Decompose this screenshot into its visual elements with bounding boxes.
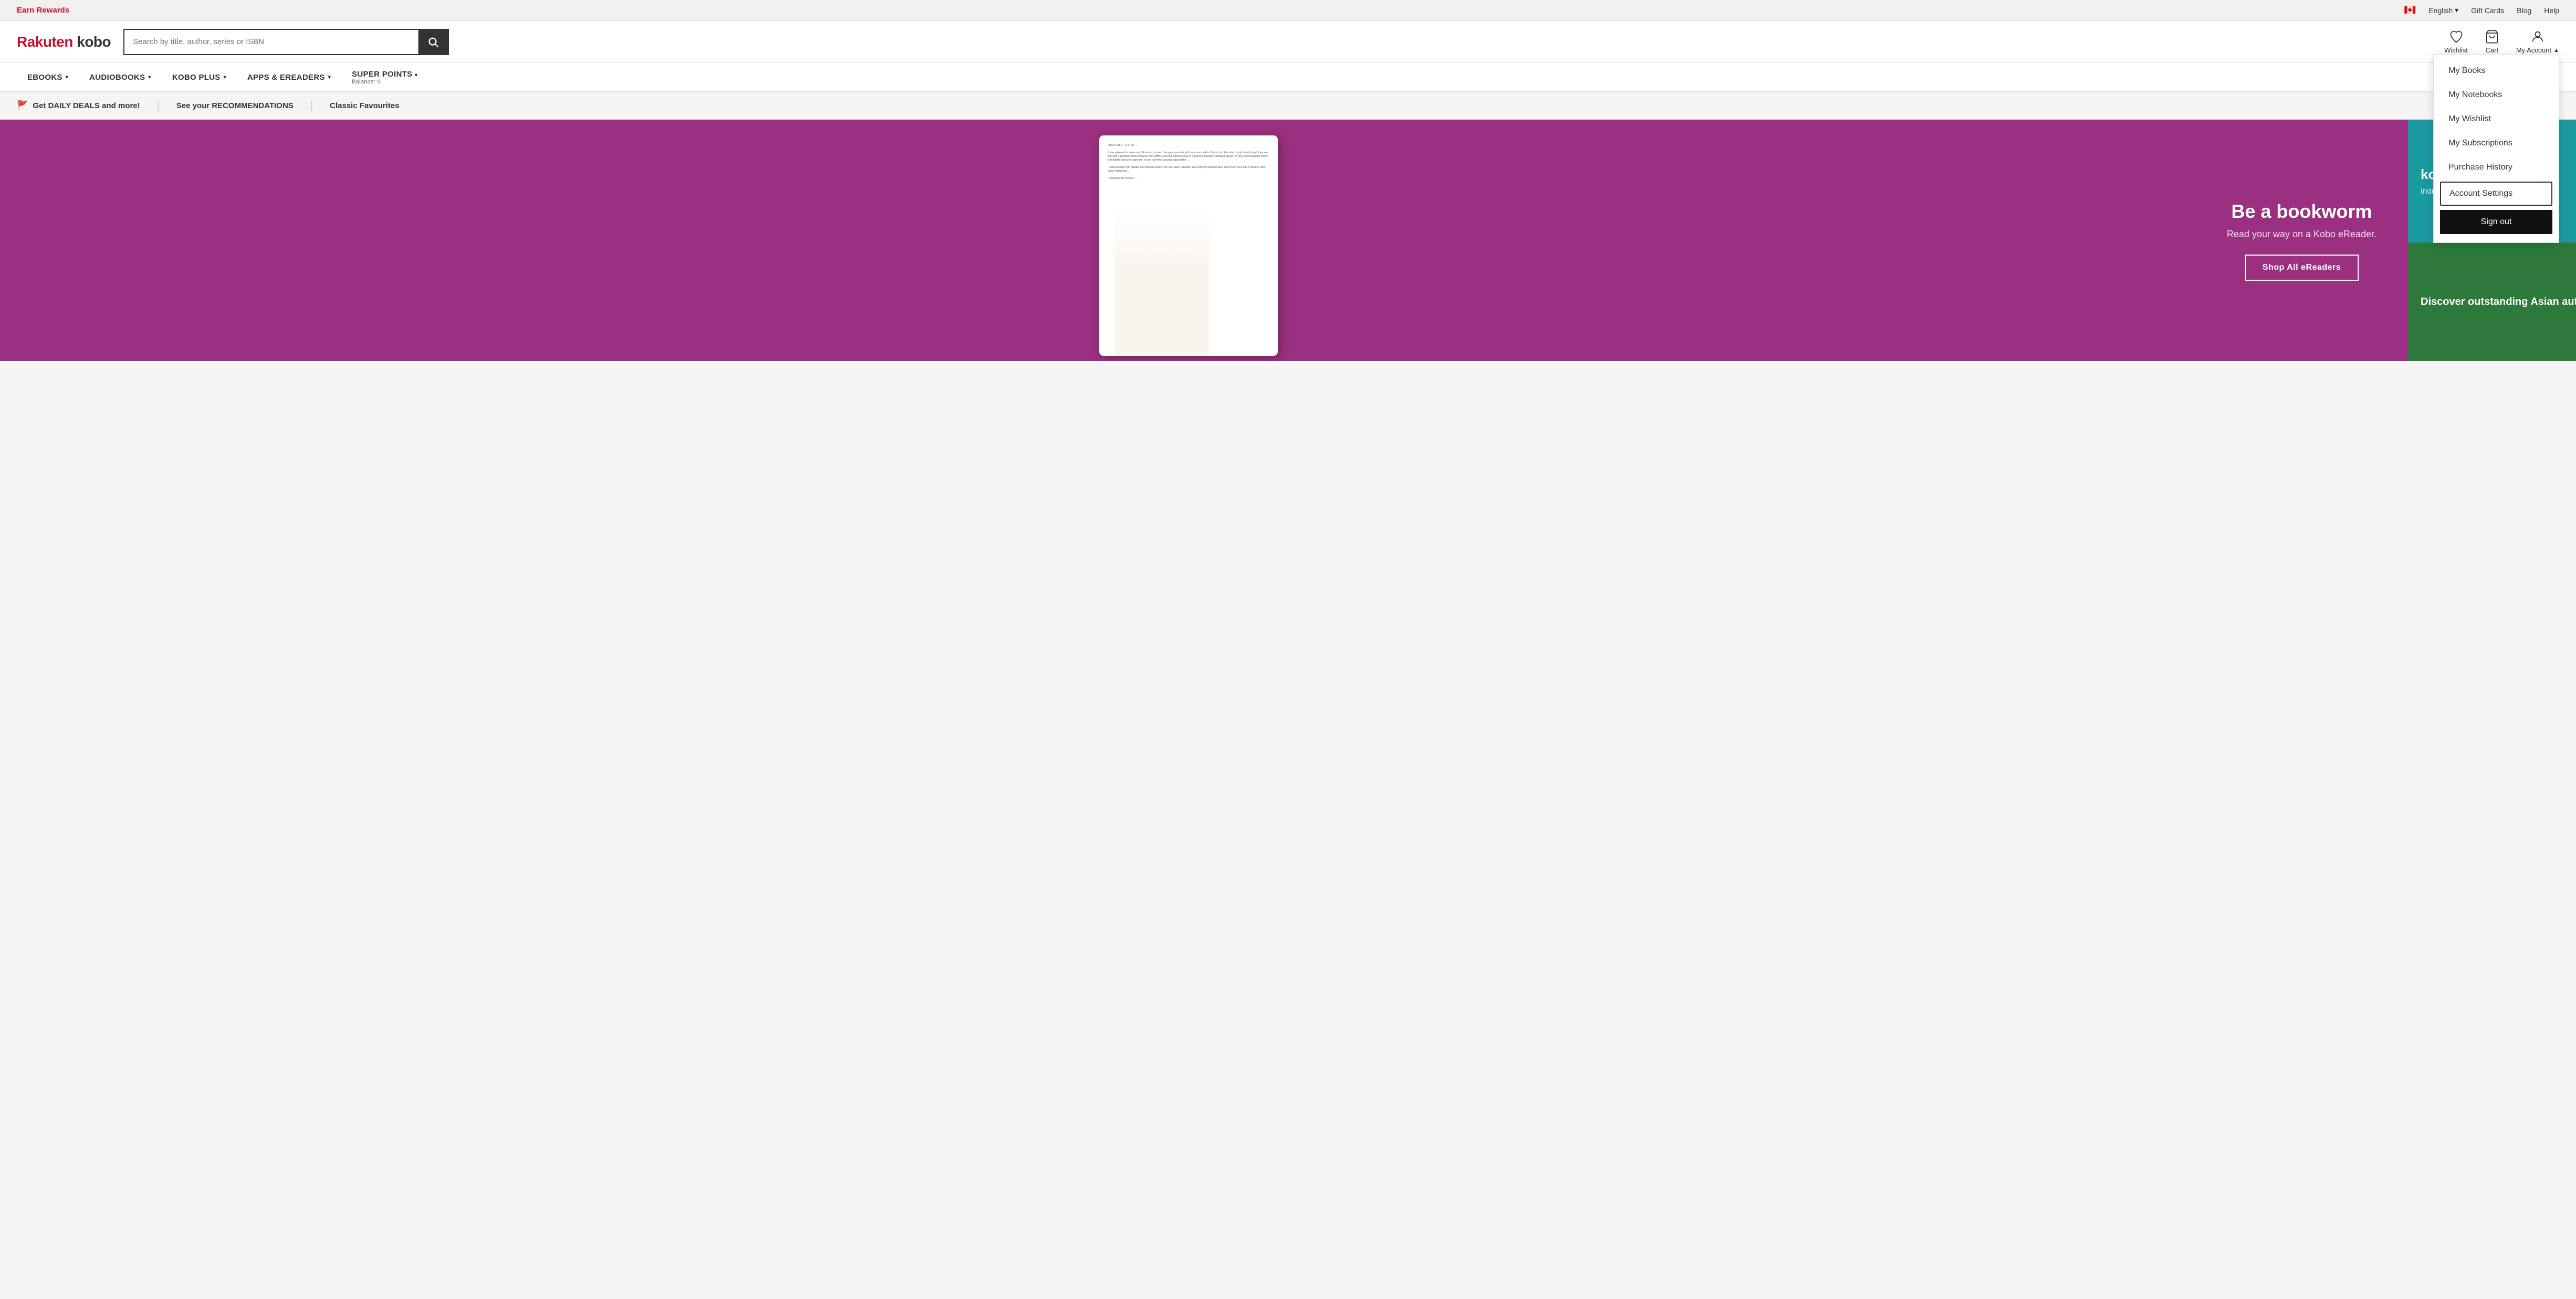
hero-section: CHAPTER 9 · 1 OF 19 It was pleasant to w… xyxy=(0,120,2576,361)
promo-daily-deals[interactable]: 🚩 Get DAILY DEALS and more! xyxy=(17,100,157,111)
nav-apps-ereaders[interactable]: APPS & eREADERS ▾ xyxy=(237,63,341,91)
language-chevron-icon: ▾ xyxy=(2455,6,2458,15)
ereader-image: CHAPTER 9 · 1 OF 19 It was pleasant to w… xyxy=(1099,135,1278,356)
wishlist-label: Wishlist xyxy=(2444,46,2468,54)
canada-flag-icon: 🇨🇦 xyxy=(2404,5,2416,16)
my-account-button[interactable]: My Account ▲ My Books My Notebooks My Wi… xyxy=(2516,29,2559,54)
top-bar: Earn Rewards 🇨🇦 English ▾ Gift Cards Blo… xyxy=(0,0,2576,21)
earn-rewards-link[interactable]: Earn Rewards xyxy=(17,6,69,15)
shop-all-ereaders-button[interactable]: Shop All eReaders xyxy=(2245,255,2359,281)
help-link[interactable]: Help xyxy=(2544,6,2559,15)
superpoints-chevron-icon: ▾ xyxy=(415,72,417,78)
asian-authors-heading: Discover outstanding Asian authors > xyxy=(2421,295,2576,309)
wishlist-button[interactable]: Wishlist xyxy=(2444,29,2468,54)
header-actions: Wishlist Cart My Account ▲ My Books xyxy=(2444,29,2559,54)
search-input[interactable] xyxy=(124,30,418,54)
nav-kobo-plus[interactable]: KOBO PLUS ▾ xyxy=(162,63,237,91)
account-icon xyxy=(2530,29,2545,44)
promo-classic-favourites[interactable]: Classic Favourites xyxy=(313,101,416,110)
logo-kobo: kobo xyxy=(73,34,111,50)
koboplus-chevron-icon: ▾ xyxy=(224,75,226,80)
hero-main-banner: CHAPTER 9 · 1 OF 19 It was pleasant to w… xyxy=(0,120,2408,361)
search-bar xyxy=(123,29,449,55)
nav-ebooks[interactable]: eBOOKS ▾ xyxy=(17,63,79,91)
account-dropdown: My Books My Notebooks My Wishlist My Sub… xyxy=(2433,54,2559,243)
dropdown-my-wishlist[interactable]: My Wishlist xyxy=(2434,107,2559,131)
dropdown-sign-out[interactable]: Sign out xyxy=(2440,210,2552,234)
person-silhouette xyxy=(1115,209,1210,356)
dropdown-purchase-history[interactable]: Purchase History xyxy=(2434,155,2559,179)
hero-subtitle: Read your way on a Kobo eReader. xyxy=(2227,229,2377,240)
top-bar-left: Earn Rewards xyxy=(17,6,69,15)
dropdown-my-books[interactable]: My Books xyxy=(2434,59,2559,83)
logo-text: Rakuten kobo xyxy=(17,34,111,50)
top-bar-right: 🇨🇦 English ▾ Gift Cards Blog Help xyxy=(2404,5,2559,16)
nav-bar: eBOOKS ▾ AUDIOBOOKS ▾ KOBO PLUS ▾ APPS &… xyxy=(0,63,2576,92)
logo-rakuten: Rakuten xyxy=(17,34,73,50)
dropdown-account-settings[interactable]: Account Settings xyxy=(2440,182,2552,206)
flag-icon: 🚩 xyxy=(17,100,28,111)
nav-audiobooks[interactable]: AUDIOBOOKS ▾ xyxy=(79,63,162,91)
cart-button[interactable]: Cart xyxy=(2485,29,2499,54)
hero-content: Be a bookworm Read your way on a Kobo eR… xyxy=(2227,200,2377,281)
nav-super-points[interactable]: SUPER POINTS ▾ Balance: 0 xyxy=(341,63,428,91)
rakuten-kobo-logo[interactable]: Rakuten kobo xyxy=(17,34,111,50)
promo-bar: 🚩 Get DAILY DEALS and more! | See your R… xyxy=(0,92,2576,120)
language-label: English xyxy=(2428,6,2453,15)
dropdown-my-notebooks[interactable]: My Notebooks xyxy=(2434,83,2559,107)
dropdown-my-subscriptions[interactable]: My Subscriptions xyxy=(2434,131,2559,155)
blog-link[interactable]: Blog xyxy=(2517,6,2531,15)
search-icon xyxy=(427,36,439,48)
main-header: Rakuten kobo Wishlist Car xyxy=(0,21,2576,63)
my-account-label: My Account ▲ xyxy=(2516,46,2559,54)
search-button[interactable] xyxy=(418,30,448,54)
cart-icon xyxy=(2485,29,2499,44)
logo-area: Rakuten kobo xyxy=(17,34,111,50)
account-chevron-icon: ▲ xyxy=(2553,47,2559,54)
audiobooks-chevron-icon: ▾ xyxy=(148,75,151,80)
promo-recommendations[interactable]: See your RECOMMENDATIONS xyxy=(160,101,310,110)
ebooks-chevron-icon: ▾ xyxy=(66,75,68,80)
cart-label: Cart xyxy=(2486,46,2499,54)
gift-cards-link[interactable]: Gift Cards xyxy=(2471,6,2504,15)
heart-icon xyxy=(2449,29,2464,44)
apps-chevron-icon: ▾ xyxy=(328,75,331,80)
asian-authors-panel[interactable]: Discover outstanding Asian authors > xyxy=(2408,242,2576,361)
language-selector[interactable]: English ▾ xyxy=(2428,6,2458,15)
hero-title: Be a bookworm xyxy=(2227,200,2377,223)
